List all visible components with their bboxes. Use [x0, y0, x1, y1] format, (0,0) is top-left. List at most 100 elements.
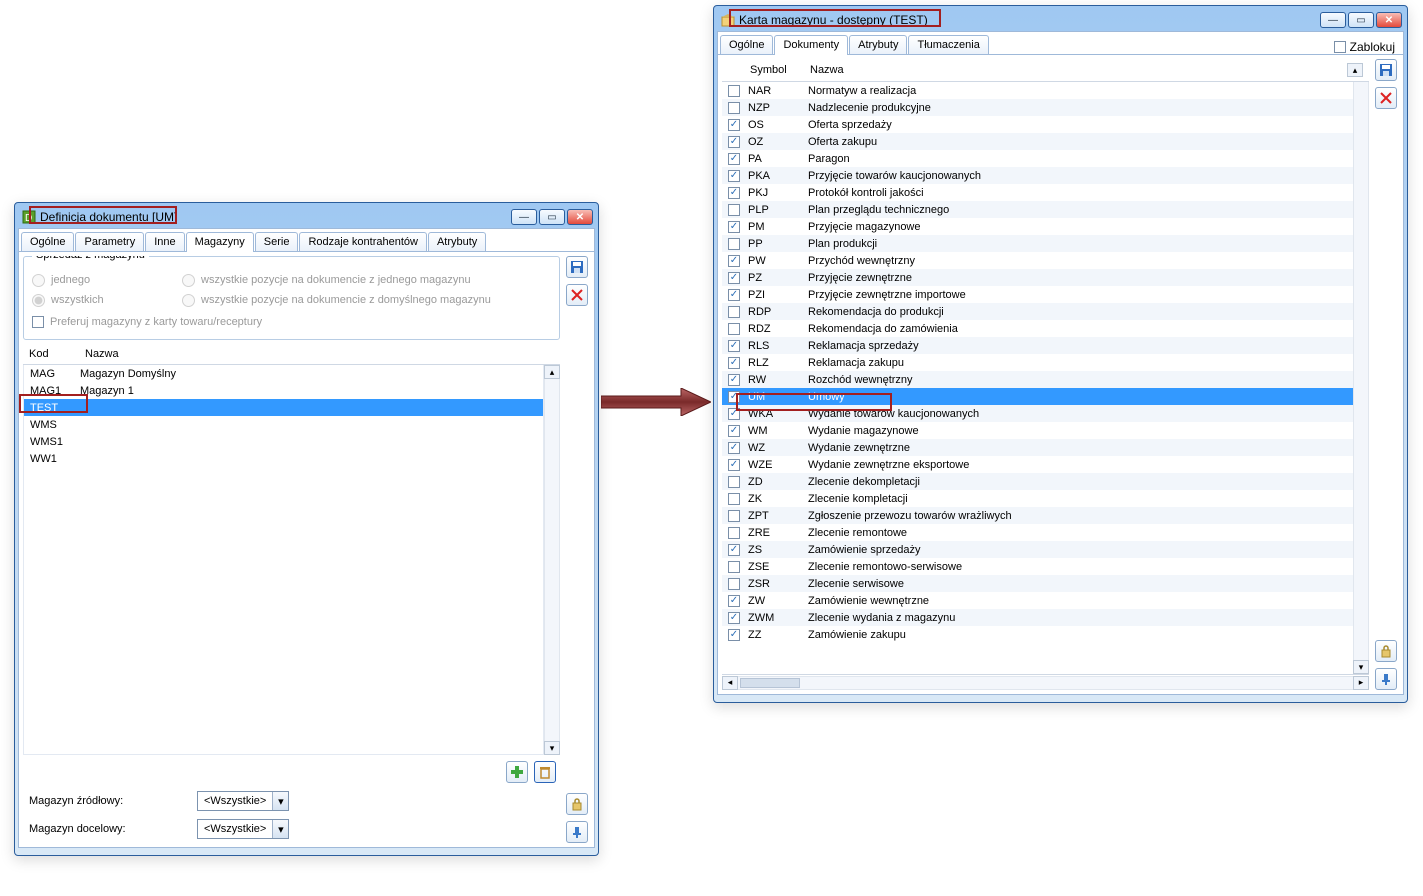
list-item[interactable]: WMS	[24, 416, 543, 433]
row-checkbox[interactable]	[728, 323, 740, 335]
tab-parametry[interactable]: Parametry	[75, 232, 144, 251]
radio-doc-default-input[interactable]	[182, 294, 195, 307]
radio-doc-default[interactable]: wszystkie pozycje na dokumencie z domyśl…	[182, 291, 491, 309]
tab-tłumaczenia[interactable]: Tłumaczenia	[908, 35, 988, 54]
row-checkbox[interactable]	[728, 153, 740, 165]
combo-mag-src[interactable]: <Wszystkie> ▾	[197, 791, 289, 811]
table-row[interactable]: PZIPrzyjęcie zewnętrzne importowe	[722, 286, 1353, 303]
scroll-down-icon[interactable]: ▾	[544, 741, 560, 755]
right-list-body[interactable]: NARNormatyw a realizacjaNZPNadzlecenie p…	[722, 82, 1353, 674]
close-button[interactable]: ✕	[1376, 12, 1402, 28]
radio-all-input[interactable]	[32, 294, 45, 307]
table-row[interactable]: UMUmowy	[722, 388, 1353, 405]
row-checkbox[interactable]	[728, 493, 740, 505]
row-checkbox[interactable]	[728, 136, 740, 148]
table-row[interactable]: RDZRekomendacja do zamówienia	[722, 320, 1353, 337]
minimize-button[interactable]: —	[511, 209, 537, 225]
scroll-down-icon[interactable]: ▾	[1353, 660, 1369, 674]
tab-serie[interactable]: Serie	[255, 232, 299, 251]
row-checkbox[interactable]	[728, 357, 740, 369]
minimize-button[interactable]: —	[1320, 12, 1346, 28]
lock-button[interactable]	[566, 793, 588, 815]
table-row[interactable]: ZREZlecenie remontowe	[722, 524, 1353, 541]
maximize-button[interactable]: ▭	[1348, 12, 1374, 28]
pin-button[interactable]	[1375, 668, 1397, 690]
combo-mag-dst[interactable]: <Wszystkie> ▾	[197, 819, 289, 839]
table-row[interactable]: PKAPrzyjęcie towarów kaucjonowanych	[722, 167, 1353, 184]
table-row[interactable]: ZWZamówienie wewnętrzne	[722, 592, 1353, 609]
add-button[interactable]	[506, 761, 528, 783]
list-item[interactable]: MAGMagazyn Domyślny	[24, 365, 543, 382]
chevron-down-icon[interactable]: ▾	[272, 792, 288, 810]
table-row[interactable]: PPPlan produkcji	[722, 235, 1353, 252]
row-checkbox[interactable]	[728, 272, 740, 284]
table-row[interactable]: RLZReklamacja zakupu	[722, 354, 1353, 371]
row-checkbox[interactable]	[728, 119, 740, 131]
list-item[interactable]: TEST	[24, 399, 543, 416]
maximize-button[interactable]: ▭	[539, 209, 565, 225]
tab-inne[interactable]: Inne	[145, 232, 184, 251]
col-symbol[interactable]: Symbol	[750, 64, 810, 76]
radio-doc-one-input[interactable]	[182, 274, 195, 287]
table-row[interactable]: OSOferta sprzedaży	[722, 116, 1353, 133]
lock-button[interactable]	[1375, 640, 1397, 662]
row-checkbox[interactable]	[728, 578, 740, 590]
right-vscroll[interactable]: ▾	[1353, 82, 1369, 674]
check-zablokuj-box[interactable]	[1334, 41, 1346, 53]
row-checkbox[interactable]	[728, 187, 740, 199]
row-checkbox[interactable]	[728, 102, 740, 114]
table-row[interactable]: RWRozchód wewnętrzny	[722, 371, 1353, 388]
table-row[interactable]: WZWydanie zewnętrzne	[722, 439, 1353, 456]
check-prefer-box[interactable]	[32, 316, 44, 328]
list-item[interactable]: WW1	[24, 450, 543, 467]
table-row[interactable]: ZSEZlecenie remontowo-serwisowe	[722, 558, 1353, 575]
tab-atrybuty[interactable]: Atrybuty	[428, 232, 486, 251]
scroll-right-icon[interactable]: ▸	[1353, 676, 1369, 690]
table-row[interactable]: WMWydanie magazynowe	[722, 422, 1353, 439]
save-button[interactable]	[566, 256, 588, 278]
table-row[interactable]: PKJProtokół kontroli jakości	[722, 184, 1353, 201]
row-checkbox[interactable]	[728, 527, 740, 539]
left-list-body[interactable]: MAGMagazyn DomyślnyMAG1Magazyn 1TESTWMSW…	[23, 365, 544, 755]
titlebar-left[interactable]: D Definicja dokumentu [UM] — ▭ ✕	[18, 206, 595, 228]
row-checkbox[interactable]	[728, 85, 740, 97]
tab-rodzaje kontrahentów[interactable]: Rodzaje kontrahentów	[299, 232, 426, 251]
radio-one-input[interactable]	[32, 274, 45, 287]
row-checkbox[interactable]	[728, 476, 740, 488]
tab-ogólne[interactable]: Ogólne	[21, 232, 74, 251]
row-checkbox[interactable]	[728, 340, 740, 352]
row-checkbox[interactable]	[728, 595, 740, 607]
left-vscroll[interactable]: ▴ ▾	[544, 365, 560, 755]
row-checkbox[interactable]	[728, 289, 740, 301]
row-checkbox[interactable]	[728, 238, 740, 250]
table-row[interactable]: ZSZamówienie sprzedaży	[722, 541, 1353, 558]
row-checkbox[interactable]	[728, 170, 740, 182]
radio-one[interactable]: jednego	[32, 271, 182, 289]
cancel-button[interactable]	[1375, 87, 1397, 109]
list-item[interactable]: MAG1Magazyn 1	[24, 382, 543, 399]
table-row[interactable]: ZKZlecenie kompletacji	[722, 490, 1353, 507]
row-checkbox[interactable]	[728, 221, 740, 233]
table-row[interactable]: PZPrzyjęcie zewnętrzne	[722, 269, 1353, 286]
tab-magazyny[interactable]: Magazyny	[186, 232, 254, 252]
check-prefer[interactable]: Preferuj magazyny z karty towaru/receptu…	[32, 313, 551, 331]
table-row[interactable]: PAParagon	[722, 150, 1353, 167]
row-checkbox[interactable]	[728, 374, 740, 386]
table-row[interactable]: NZPNadzlecenie produkcyjne	[722, 99, 1353, 116]
row-checkbox[interactable]	[728, 442, 740, 454]
col-nazwa[interactable]: Nazwa	[79, 344, 560, 364]
row-checkbox[interactable]	[728, 255, 740, 267]
titlebar-right[interactable]: Karta magazynu - dostępny (TEST) — ▭ ✕	[717, 9, 1404, 31]
check-zablokuj[interactable]: Zablokuj	[1334, 40, 1395, 54]
delete-button[interactable]	[534, 761, 556, 783]
table-row[interactable]: WKAWydanie towarów kaucjonowanych	[722, 405, 1353, 422]
row-checkbox[interactable]	[728, 306, 740, 318]
scroll-up-icon[interactable]: ▴	[1347, 63, 1363, 77]
save-button[interactable]	[1375, 59, 1397, 81]
table-row[interactable]: NARNormatyw a realizacja	[722, 82, 1353, 99]
row-checkbox[interactable]	[728, 612, 740, 624]
list-item[interactable]: WMS1	[24, 433, 543, 450]
scroll-up-icon[interactable]: ▴	[544, 365, 560, 379]
row-checkbox[interactable]	[728, 459, 740, 471]
radio-doc-one[interactable]: wszystkie pozycje na dokumencie z jedneg…	[182, 271, 491, 289]
